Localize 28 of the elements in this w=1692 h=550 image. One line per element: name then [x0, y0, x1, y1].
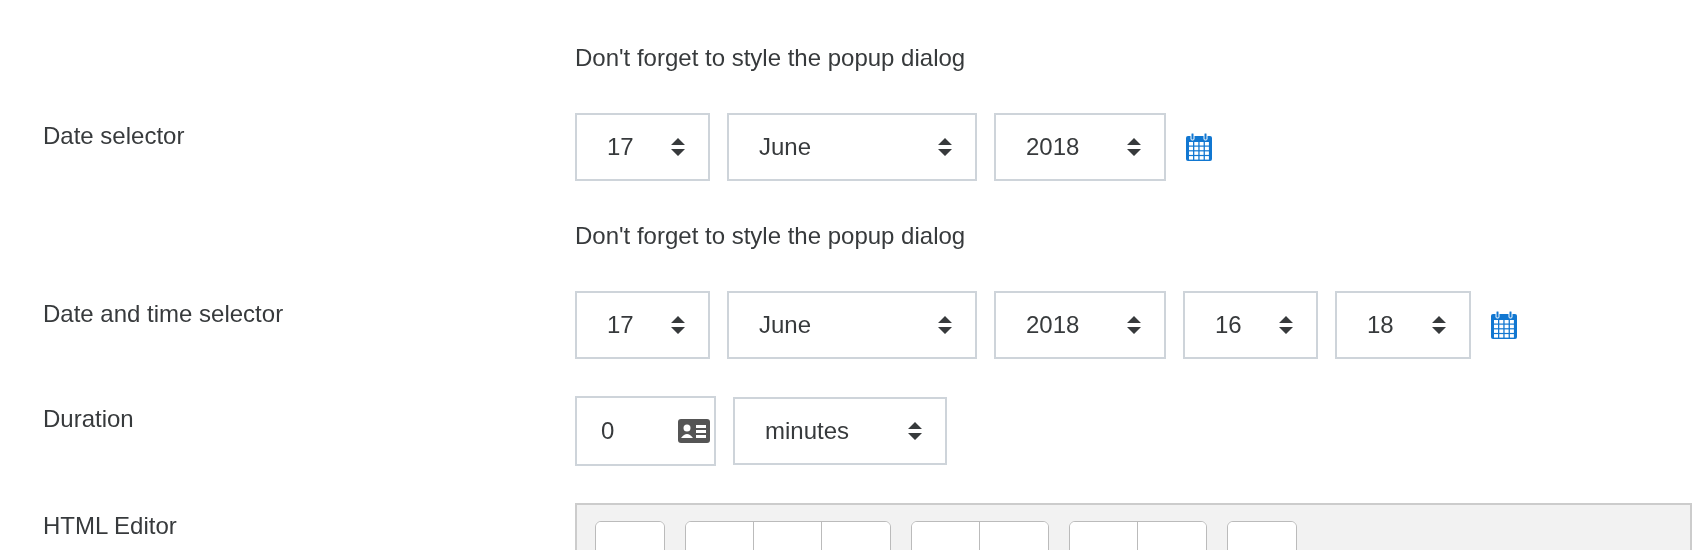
number-field[interactable]: 0 [575, 396, 716, 466]
select-dropdown[interactable]: 16 [1183, 291, 1318, 359]
hint-text: Don't forget to style the popup dialog [575, 221, 966, 251]
select-dropdown[interactable]: minutes [733, 397, 947, 465]
calendar-icon[interactable] [1185, 132, 1213, 162]
sort-arrows-icon [1126, 137, 1142, 157]
id-card-icon [678, 419, 710, 443]
sort-arrows-icon [937, 137, 953, 157]
select-dropdown[interactable]: 17 [575, 291, 710, 359]
sort-arrows-icon [670, 137, 686, 157]
sort-arrows-icon [1278, 315, 1294, 335]
select-dropdown[interactable]: 2018 [994, 291, 1166, 359]
field-label: Date and time selector [43, 299, 284, 329]
select-dropdown[interactable]: 18 [1335, 291, 1471, 359]
sort-arrows-icon [670, 315, 686, 335]
select-dropdown[interactable]: 2018 [994, 113, 1166, 181]
sort-arrows-icon [937, 315, 953, 335]
hint-text: Don't forget to style the popup dialog [575, 43, 966, 73]
field-label: HTML Editor [43, 511, 177, 541]
sort-arrows-icon [1126, 315, 1142, 335]
select-dropdown[interactable]: June [727, 113, 977, 181]
field-label: Date selector [43, 121, 185, 151]
sort-arrows-icon [1431, 315, 1447, 335]
field-label: Duration [43, 404, 134, 434]
select-dropdown[interactable]: 17 [575, 113, 710, 181]
calendar-icon[interactable] [1490, 310, 1518, 340]
sort-arrows-icon [907, 421, 923, 441]
select-dropdown[interactable]: June [727, 291, 977, 359]
